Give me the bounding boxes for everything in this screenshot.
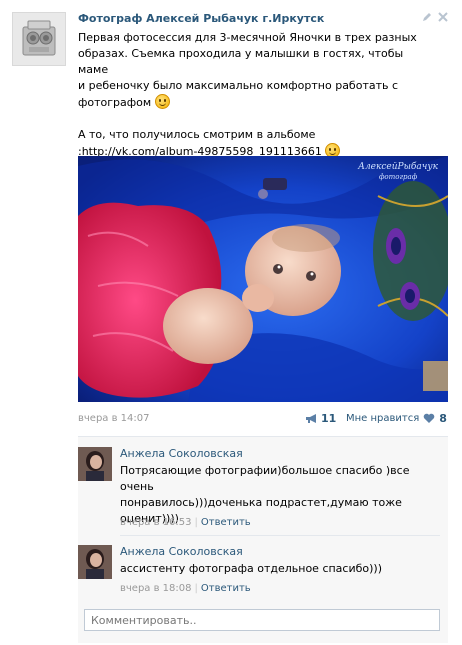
comment-timestamp[interactable]: вчера в 18:08 — [120, 583, 192, 594]
share-count: 11 — [321, 412, 337, 425]
watermark-name: АлексейРыбачук — [358, 162, 438, 172]
comment: Анжела Соколовская Потрясающие фотографи… — [78, 437, 448, 535]
comment-text: ассистенту фотографа отдельное спасибо))… — [120, 561, 440, 577]
comment-text-line: понравилось)))доченька подрастет,думаю т… — [120, 496, 402, 509]
post-text-line: Первая фотосессия для 3-месячной Яночки … — [78, 31, 417, 44]
comment-timestamp[interactable]: вчера в 16:53 — [120, 517, 192, 528]
comment-author-link[interactable]: Анжела Соколовская — [120, 545, 243, 558]
megaphone-icon — [306, 414, 316, 423]
heart-icon — [423, 413, 435, 423]
post-text-line: фотографом — [78, 94, 418, 111]
post-author-link[interactable]: Фотограф Алексей Рыбачук г.Иркутск — [78, 12, 324, 25]
comment: Анжела Соколовская ассистенту фотографа … — [78, 535, 448, 601]
comment-input[interactable] — [84, 609, 440, 631]
post-actions — [422, 12, 448, 22]
commenter-avatar[interactable] — [78, 545, 112, 579]
smile-icon — [154, 94, 170, 109]
post-text-line: А то, что получилось смотрим в альбоме — [78, 128, 316, 141]
close-icon[interactable] — [438, 12, 448, 22]
commenter-avatar[interactable] — [78, 447, 112, 481]
comment-text-line: ассистенту фотографа отдельное спасибо))… — [120, 562, 383, 575]
author-avatar[interactable] — [12, 12, 66, 66]
post-text-word: фотографом — [78, 96, 152, 109]
post-text-line: образах. Съемка проходила у малышки в го… — [78, 47, 404, 76]
post-text: Первая фотосессия для 3-месячной Яночки … — [78, 30, 418, 160]
avatar-photo — [78, 447, 112, 481]
post-photo[interactable]: АлексейРыбачук фотограф — [78, 156, 448, 402]
post-timestamp[interactable]: вчера в 14:07 — [78, 413, 150, 424]
comment-author-link[interactable]: Анжела Соколовская — [120, 447, 243, 460]
comment-meta: вчера в 18:08 | Ответить — [120, 583, 251, 594]
photo-image — [78, 156, 448, 402]
camera-icon — [22, 20, 56, 56]
pencil-icon[interactable] — [422, 12, 432, 22]
comment-text-line: Потрясающие фотографии)большое спасибо )… — [120, 464, 410, 493]
wall-post: Фотограф Алексей Рыбачук г.Иркутск Перва… — [0, 0, 462, 645]
share-button[interactable]: 11 — [305, 412, 336, 425]
reply-button[interactable]: Ответить — [201, 583, 251, 594]
like-button[interactable]: Мне нравится 8 — [346, 412, 447, 425]
photo-watermark: АлексейРыбачук фотограф — [358, 162, 438, 182]
like-count: 8 — [439, 412, 447, 425]
like-label: Мне нравится — [346, 413, 420, 424]
comment-meta: вчера в 16:53 | Ответить — [120, 517, 251, 528]
watermark-subtitle: фотограф — [378, 173, 418, 181]
avatar-photo — [78, 545, 112, 579]
reply-button[interactable]: Ответить — [201, 517, 251, 528]
post-text-line: и ребеночку было максимально комфортно р… — [78, 79, 399, 92]
